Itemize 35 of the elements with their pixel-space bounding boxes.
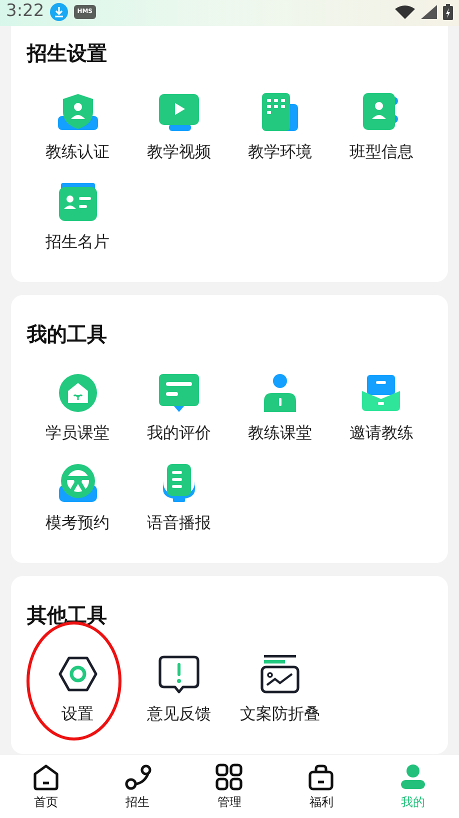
tool-item[interactable]: 招生名片 (46, 182, 110, 264)
shield-person-icon (56, 92, 100, 132)
nav-tab[interactable]: 首页 (0, 762, 92, 810)
signal-icon (421, 5, 437, 19)
loop-icon (124, 762, 152, 790)
tool-item[interactable]: 学员课堂 (46, 373, 110, 455)
comment-icon (156, 373, 201, 413)
tool-item[interactable]: 语音播报 (146, 463, 211, 545)
tool-item[interactable]: 意见反馈 (146, 654, 211, 736)
section-title: 我的工具 (27, 321, 108, 348)
section-title: 招生设置 (27, 40, 108, 67)
feedback-icon (156, 654, 201, 694)
tool-item[interactable]: 模考预约 (46, 463, 110, 545)
tool-item[interactable]: 我的评价 (146, 373, 211, 455)
tool-item[interactable]: 教学环境 (248, 92, 312, 174)
download-icon (50, 3, 68, 21)
settings-icon (56, 654, 100, 694)
tool-item[interactable]: 教练课堂 (248, 373, 312, 455)
grid-icon (215, 762, 244, 790)
nav-tab[interactable]: 管理 (184, 762, 276, 810)
tool-item[interactable]: 班型信息 (349, 92, 414, 174)
status-time: 3:22 (6, 0, 44, 24)
tool-item[interactable]: 邀请教练 (349, 373, 414, 455)
tool-item[interactable]: 教练认证 (46, 92, 110, 174)
battery-icon (443, 4, 453, 20)
video-screen-icon (156, 92, 201, 132)
home-icon (32, 762, 60, 790)
bag-icon (307, 762, 336, 790)
nav-tab[interactable]: 招生 (92, 762, 184, 810)
wifi-icon (395, 5, 415, 19)
person-icon (399, 762, 428, 790)
tool-item[interactable]: 教学视频 (146, 92, 211, 174)
nav-tab[interactable]: 福利 (275, 762, 368, 810)
tool-item[interactable]: 文案防折叠 (240, 654, 320, 736)
image-document-icon (258, 654, 302, 694)
